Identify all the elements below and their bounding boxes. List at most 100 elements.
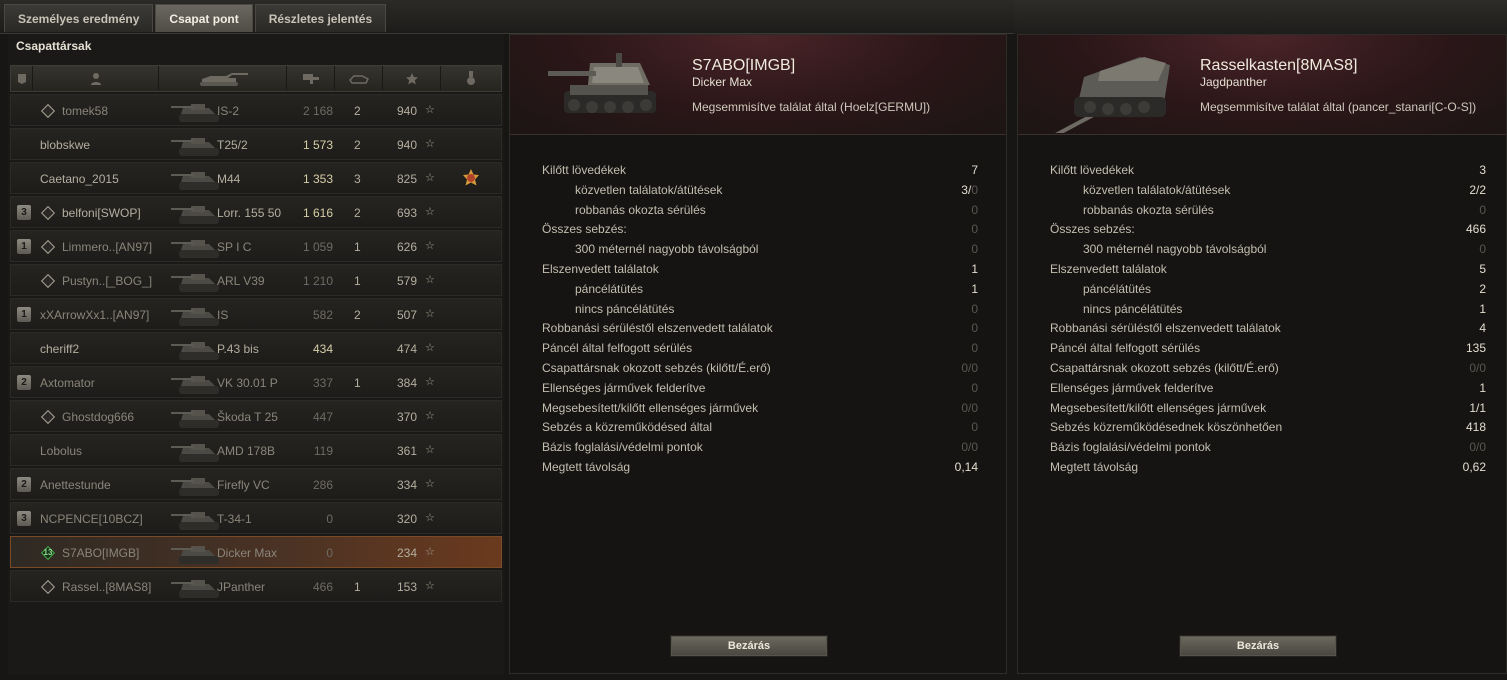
stat-label: páncélátütés: [1083, 281, 1152, 296]
team-row[interactable]: Lobolus AMD 178B 119 361 ☆: [10, 434, 502, 466]
tab-team-score[interactable]: Csapat pont: [155, 4, 253, 32]
stat-row: Megtett távolság 0,14: [542, 458, 978, 478]
platoon-diamond-icon: [40, 205, 56, 221]
team-row[interactable]: Ghostdog666 Škoda T 25 447 370 ☆: [10, 400, 502, 432]
stat-row: páncélátütés 2: [1050, 280, 1486, 300]
team-row[interactable]: tomek58 IS-2 2 168 2 940 ☆: [10, 94, 502, 126]
kills-value: 2: [354, 308, 361, 322]
damage-value: 1 573: [302, 138, 333, 152]
damage-value: 337: [312, 376, 333, 390]
stat-label: Robbanási sérüléstől elszenvedett talála…: [542, 321, 773, 336]
stat-label: nincs páncélátütés: [575, 301, 675, 316]
vehicle-name: Škoda T 25: [217, 410, 278, 424]
vehicle-name: JPanther: [217, 580, 266, 594]
rank-badge-icon: 2: [17, 477, 31, 492]
player-name: tomek58: [62, 104, 109, 118]
stat-label: Bázis foglalási/védelmi pontok: [1050, 440, 1211, 455]
tab-detailed-report[interactable]: Részletes jelentés: [254, 4, 387, 32]
team-row[interactable]: cheriff2 P.43 bis 434 474 ☆: [10, 332, 502, 364]
stat-label: robbanás okozta sérülés: [1083, 202, 1214, 217]
detail-player-name: S7ABO[IMGB]: [692, 57, 796, 74]
stat-value: 0: [1479, 202, 1486, 217]
team-row[interactable]: blobskwe T25/2 1 573 2 940 ☆: [10, 128, 502, 160]
stat-value: 0: [1479, 242, 1486, 257]
stat-value: 135: [1465, 341, 1486, 356]
xp-value: 693: [397, 206, 418, 220]
star-icon: ☆: [425, 376, 435, 388]
detail-panel-right: Rasselkasten[8MAS8] Jagdpanther Megsemmi…: [1017, 34, 1507, 674]
tank-column-icon[interactable]: [159, 66, 287, 91]
team-row[interactable]: 1 Limmero..[AN97] SP I C 1 059 1 626 ☆: [10, 230, 502, 262]
damage-value: 0: [326, 512, 333, 526]
kills-value: 1: [354, 274, 361, 288]
player-name: xXArrowXx1..[AN97]: [40, 308, 150, 322]
star-icon: ☆: [425, 410, 435, 422]
team-rows: tomek58 IS-2 2 168 2 940 ☆ blobskwe T25/2 1 573 2…: [10, 94, 502, 604]
star-icon: ☆: [425, 172, 435, 184]
player-column-icon[interactable]: [33, 66, 159, 91]
player-name: NCPENCE[10BCZ]: [40, 512, 143, 526]
team-row[interactable]: Rassel..[8MAS8] JPanther 466 1 153 ☆: [10, 570, 502, 602]
player-name: Rassel..[8MAS8]: [62, 580, 152, 594]
team-row[interactable]: 1 xXArrowXx1..[AN97] IS 582 2 507 ☆: [10, 298, 502, 330]
stat-row: robbanás okozta sérülés 0: [542, 201, 978, 221]
stat-value: 1: [1479, 301, 1486, 316]
stat-row: Elszenvedett találatok 5: [1050, 260, 1486, 280]
team-row[interactable]: 2 Anettestunde Firefly VC 286 334 ☆: [10, 468, 502, 500]
vehicle-name: SP I C: [217, 240, 252, 254]
stat-row: 300 méternél nagyobb távolságból 0: [542, 240, 978, 260]
stat-label: Megsebesített/kilőtt ellenséges járművek: [1050, 400, 1267, 415]
tab-personal-result[interactable]: Személyes eredmény: [4, 4, 154, 32]
damage-value: 0: [326, 546, 333, 560]
vehicle-name: P.43 bis: [217, 342, 259, 356]
team-row[interactable]: 3 belfoni[SWOP] Lorr. 155 50 1 616 2 693 ☆: [10, 196, 502, 228]
star-icon: ☆: [425, 444, 435, 456]
stat-row: robbanás okozta sérülés 0: [1050, 201, 1486, 221]
player-name: blobskwe: [40, 138, 91, 152]
stat-value: 0: [971, 380, 978, 395]
stat-value: 466: [1465, 222, 1486, 237]
kills-column-icon[interactable]: [335, 66, 383, 91]
platoon-diamond-icon: [40, 103, 56, 119]
team-row[interactable]: 13 S7ABO[IMGB] Dicker Max 0 234 ☆: [10, 536, 502, 568]
xp-value: 940: [397, 104, 418, 118]
dicker-max-tank-icon: [548, 53, 656, 113]
vehicle-name: AMD 178B: [217, 444, 276, 458]
stat-value: 1: [971, 281, 978, 296]
damage-column-icon[interactable]: [287, 66, 335, 91]
stat-label: közvetlen találatok/átütések: [575, 182, 723, 197]
xp-value: 361: [397, 444, 418, 458]
team-row[interactable]: 3 NCPENCE[10BCZ] T-34-1 0 320 ☆: [10, 502, 502, 534]
rank-column-icon[interactable]: [11, 66, 33, 91]
rank-badge-icon: 1: [17, 239, 31, 254]
team-row[interactable]: Caetano_2015 M44 1 353 3 825 ☆: [10, 162, 502, 194]
stat-value: 0/0: [961, 400, 978, 415]
stat-row: Kilőtt lövedékek 7: [542, 161, 978, 181]
stat-row: Összes sebzés: 466: [1050, 220, 1486, 240]
damage-value: 582: [312, 308, 333, 322]
stat-label: Összes sebzés:: [1050, 222, 1135, 237]
damage-value: 1 353: [302, 172, 333, 186]
stat-label: robbanás okozta sérülés: [575, 202, 706, 217]
xp-value: 370: [397, 410, 418, 424]
vehicle-name: IS-2: [217, 104, 240, 118]
star-icon: ☆: [425, 478, 435, 490]
star-icon: ☆: [425, 206, 435, 218]
platoon-diamond-icon: [40, 239, 56, 255]
medal-icon: [463, 169, 479, 186]
tabs: Személyes eredmény Csapat pont Részletes…: [4, 4, 387, 32]
stat-row: Robbanási sérüléstől elszenvedett talála…: [542, 319, 978, 339]
stat-label: 300 méternél nagyobb távolságból: [575, 242, 759, 257]
stat-value: 4: [1479, 321, 1486, 336]
rank-badge-icon: 1: [17, 307, 31, 322]
close-button[interactable]: Bezárás: [670, 635, 828, 657]
vehicle-name: Dicker Max: [217, 546, 278, 560]
stat-value: 1: [1479, 380, 1486, 395]
star-icon: ☆: [425, 308, 435, 320]
team-row[interactable]: 2 Axtomator VK 30.01 P 337 1 384 ☆: [10, 366, 502, 398]
close-button[interactable]: Bezárás: [1179, 635, 1337, 657]
medal-column-icon[interactable]: [441, 66, 501, 91]
team-row[interactable]: Pustyn..[_BOG_] ARL V39 1 210 1 579 ☆: [10, 264, 502, 296]
xp-column-icon[interactable]: ▼: [383, 64, 766, 91]
stat-label: Robbanási sérüléstől elszenvedett talála…: [1050, 321, 1281, 336]
